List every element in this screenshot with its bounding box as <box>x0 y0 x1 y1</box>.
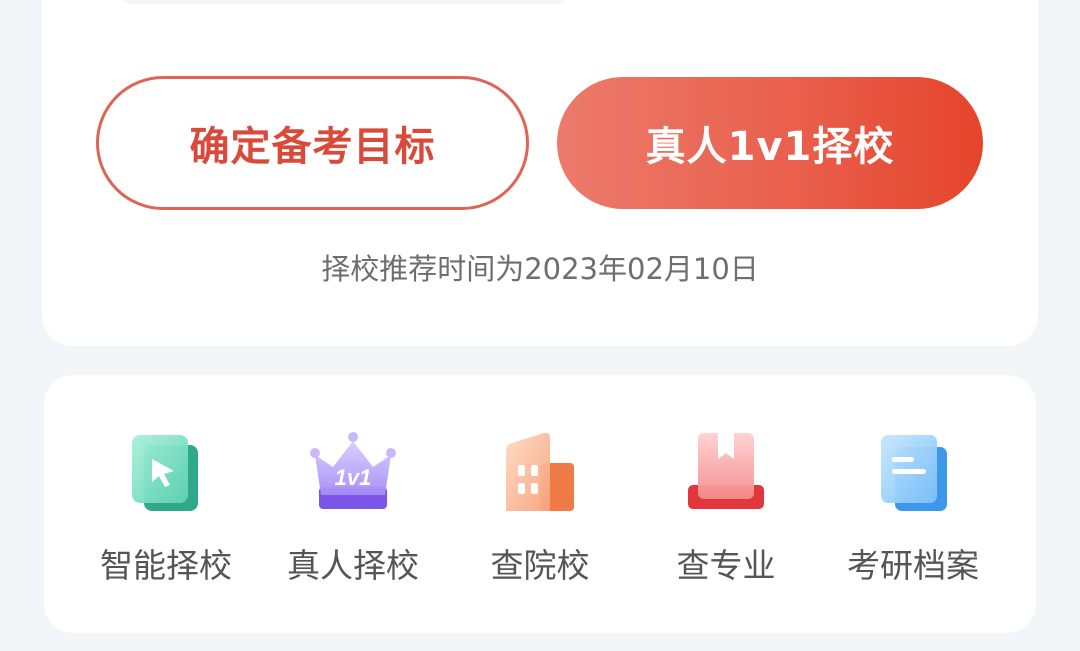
building-icon <box>506 432 574 511</box>
tool-human-school[interactable]: 1v1 真人择校 <box>260 425 446 595</box>
top-input-edge <box>118 0 568 4</box>
set-goal-button[interactable]: 确定备考目标 <box>96 76 529 210</box>
document-icon <box>881 435 947 511</box>
tool-label: 考研档案 <box>847 546 979 585</box>
tool-search-college[interactable]: 查院校 <box>447 425 633 595</box>
recommend-date-note: 择校推荐时间为2023年02月10日 <box>321 252 759 286</box>
svg-text:1v1: 1v1 <box>335 465 372 490</box>
tool-label: 智能择校 <box>100 546 232 585</box>
one-on-one-school-button[interactable]: 真人1v1择校 <box>557 77 983 209</box>
tool-smart-school[interactable]: 智能择校 <box>73 425 259 595</box>
tool-label: 真人择校 <box>287 546 419 585</box>
tool-search-major[interactable]: 查专业 <box>633 425 819 595</box>
cursor-card-icon <box>132 435 198 511</box>
tool-label: 查专业 <box>676 546 776 585</box>
tool-label: 查院校 <box>490 546 590 585</box>
bookmark-book-icon <box>688 433 764 509</box>
crown-1v1-icon: 1v1 <box>310 432 396 509</box>
tool-exam-archive[interactable]: 考研档案 <box>820 425 1006 595</box>
